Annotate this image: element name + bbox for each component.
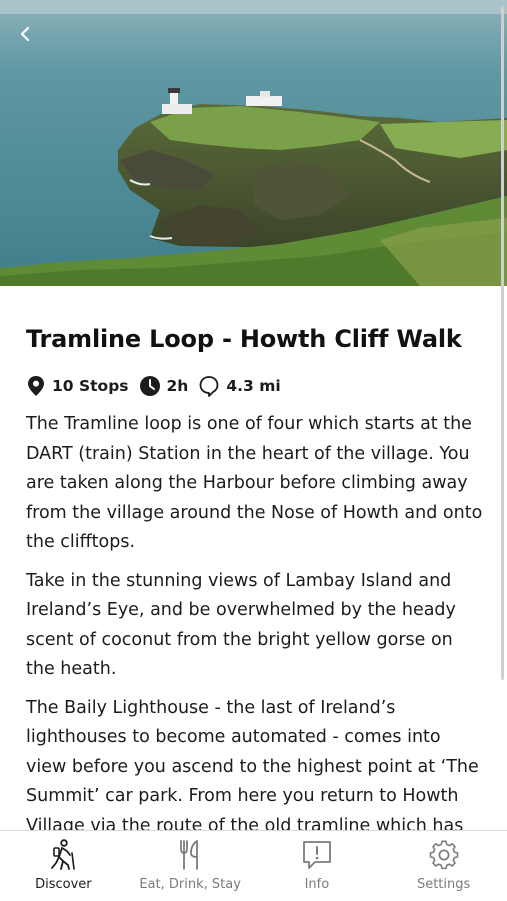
- route-icon: [199, 376, 219, 397]
- bottom-tab-bar: Discover Eat, Drink, Stay Info Settings: [0, 830, 507, 901]
- description-paragraph: Take in the stunning views of Lambay Isl…: [26, 570, 456, 680]
- distance-info: 4.3 mi: [198, 375, 281, 397]
- description-paragraph: The Baily Lighthouse - the last of Irela…: [26, 697, 479, 836]
- tab-settings[interactable]: Settings: [380, 831, 507, 901]
- cliff-landscape-image: [0, 0, 507, 286]
- tab-info[interactable]: Info: [254, 831, 381, 901]
- stops-count: 10 Stops: [52, 377, 129, 395]
- gear-icon: [429, 840, 458, 870]
- fork-knife-icon: [180, 840, 199, 870]
- hiker-icon: [51, 839, 76, 870]
- walk-meta: 10 Stops 2h 4.3 mi: [26, 374, 486, 398]
- info-bubble-icon: [302, 841, 331, 869]
- tab-eat-drink-stay[interactable]: Eat, Drink, Stay: [127, 831, 254, 901]
- walk-title: Tramline Loop - Howth Cliff Walk: [26, 325, 462, 353]
- map-pin-icon: [28, 376, 44, 396]
- tab-label: Settings: [416, 877, 471, 892]
- clock-icon: [139, 376, 160, 396]
- duration-info: 2h: [139, 375, 189, 397]
- duration: 2h: [166, 377, 189, 395]
- scrollbar[interactable]: [501, 6, 504, 680]
- stops-info: 10 Stops: [26, 375, 129, 397]
- tab-label: Info: [304, 877, 330, 892]
- tab-label: Discover: [35, 877, 92, 892]
- back-button[interactable]: [12, 20, 40, 48]
- tab-label: Eat, Drink, Stay: [139, 877, 241, 892]
- distance: 4.3 mi: [226, 377, 281, 395]
- walk-details: Tramline Loop - Howth Cliff Walk 10 Stop…: [26, 296, 486, 841]
- tab-discover[interactable]: Discover: [0, 831, 127, 901]
- chevron-left-icon: [20, 26, 30, 42]
- hero-image: [0, 0, 507, 286]
- description-paragraph: The Tramline loop is one of four which s…: [26, 414, 483, 552]
